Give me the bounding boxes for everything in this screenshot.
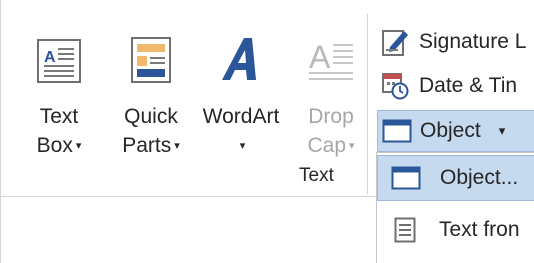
menu-item-text-from-file[interactable]: Text fron [377, 207, 534, 253]
drop-cap-button[interactable]: A Drop Cap ▾ [291, 18, 371, 168]
object-icon [382, 119, 412, 143]
chevron-down-icon: ▾ [498, 123, 506, 138]
text-box-button[interactable]: A Text Box ▾ [19, 18, 99, 168]
date-time-icon [382, 73, 409, 100]
quick-parts-label-line1: Quick [124, 105, 178, 128]
drop-cap-label-line1: Drop [308, 105, 354, 128]
object-label: Object [420, 119, 481, 142]
menu-item-object[interactable]: Object... [377, 155, 534, 201]
object-icon [391, 166, 421, 190]
quick-parts-icon [131, 37, 171, 83]
text-box-label-line2: Box [36, 134, 73, 157]
quick-parts-label-line2: Parts [122, 134, 172, 157]
wordart-icon [222, 38, 256, 80]
signature-line-icon [382, 30, 408, 56]
date-time-label: Date & Tin [419, 74, 518, 97]
drop-cap-icon: A [309, 39, 353, 80]
signature-line-label: Signature L [419, 30, 527, 53]
svg-text:A: A [309, 39, 331, 75]
svg-text:A: A [44, 49, 56, 66]
chevron-down-icon: ▾ [349, 139, 355, 152]
text-box-label-line1: Text [39, 105, 79, 128]
chevron-down-icon: ▾ [75, 139, 82, 152]
drop-cap-label-line2: Cap [307, 134, 346, 157]
wordart-label: WordArt [202, 105, 280, 128]
text-box-icon: A [37, 39, 81, 83]
chevron-down-icon: ▾ [174, 139, 180, 152]
text-from-file-icon [394, 217, 416, 243]
signature-line-button[interactable]: Signature L [377, 22, 526, 62]
quick-parts-button[interactable]: Quick Parts ▾ [111, 18, 191, 168]
menu-item-object-label: Object... [440, 166, 519, 189]
object-dropdown-menu: Object... Text fron [376, 152, 534, 263]
chevron-down-icon: ▾ [239, 139, 246, 152]
group-separator [367, 14, 368, 194]
wordart-button[interactable]: WordArt ▾ [201, 18, 281, 168]
menu-item-text-from-file-label: Text fron [439, 218, 520, 241]
object-dropdown-button[interactable]: Object ▾ [377, 110, 534, 152]
group-label-text: Text [299, 165, 334, 186]
date-time-button[interactable]: Date & Tin [377, 66, 517, 106]
